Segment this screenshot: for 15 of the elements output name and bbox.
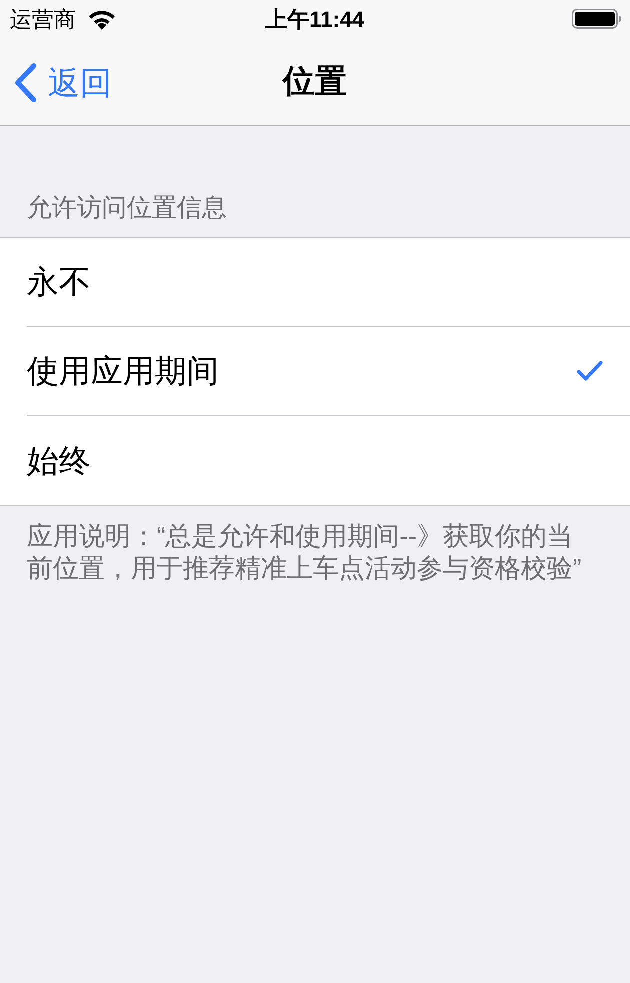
option-row[interactable]: 始终 xyxy=(27,416,630,505)
back-button[interactable]: 返回 xyxy=(0,40,116,125)
carrier-name: 运营商 xyxy=(10,9,76,31)
option-label: 始终 xyxy=(27,442,91,480)
clock-time: 上午11:44 xyxy=(265,7,365,33)
option-row[interactable]: 使用应用期间 xyxy=(27,327,630,416)
wifi-icon xyxy=(88,10,116,30)
section-header: 允许访问位置信息 xyxy=(27,193,228,224)
battery-icon xyxy=(572,9,622,29)
option-row[interactable]: 永不 xyxy=(27,238,630,327)
option-label: 使用应用期间 xyxy=(27,352,219,391)
chevron-left-icon xyxy=(14,62,38,102)
section-footer: 应用说明：“总是允许和使用期间--》获取你的当前位置，用于推荐精准上车点活动参与资格校验” xyxy=(27,520,589,584)
option-label: 永不 xyxy=(27,263,91,302)
page-title: 位置 xyxy=(283,62,347,101)
